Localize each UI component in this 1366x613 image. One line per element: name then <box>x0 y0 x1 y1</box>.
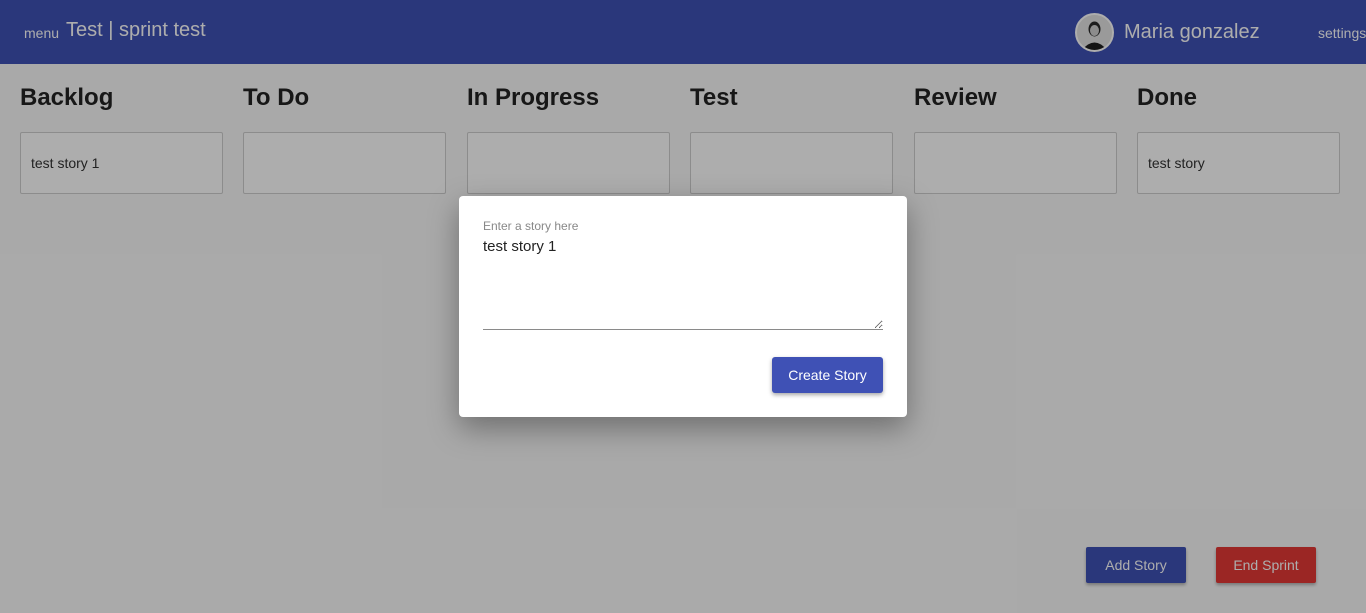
create-story-button[interactable]: Create Story <box>772 357 883 393</box>
create-story-dialog: Enter a story here test story 1 Create S… <box>459 196 907 417</box>
story-input[interactable]: test story 1 <box>483 238 883 330</box>
story-input-label: Enter a story here <box>483 219 579 233</box>
